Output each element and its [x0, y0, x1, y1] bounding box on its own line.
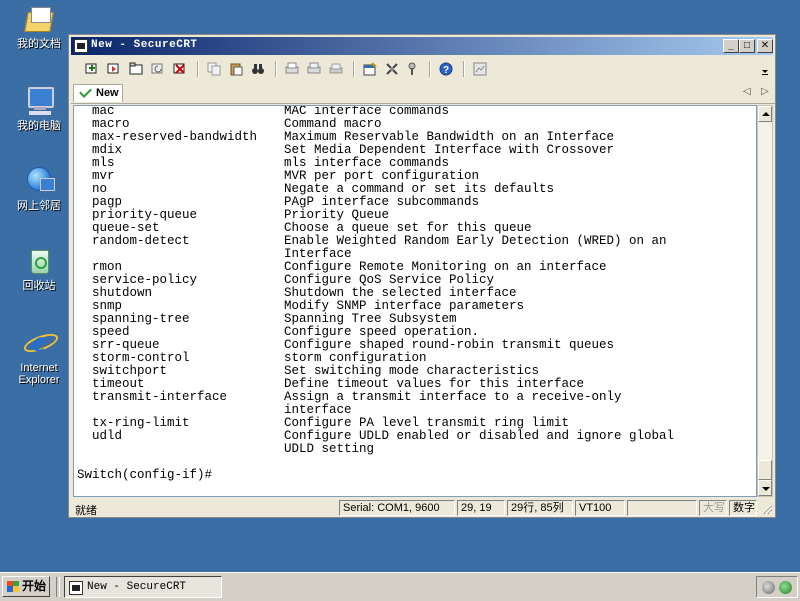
desktop-icon-label: 我的电脑 — [17, 120, 61, 132]
connected-check-icon — [79, 85, 92, 98]
disconnect-icon — [173, 63, 185, 74]
keymap-button[interactable] — [403, 60, 421, 78]
window-title: New - SecureCRT — [91, 39, 198, 51]
reconnect-icon — [151, 63, 163, 74]
command-name: udld — [92, 429, 123, 443]
desktop-icon-internet-explorer[interactable]: e Internet Explorer — [8, 326, 70, 386]
sftp-icon — [473, 62, 487, 76]
command-description: UDLD setting — [284, 442, 375, 456]
desktop-icon-label: Internet Explorer — [18, 362, 60, 386]
connect-in-tab-button[interactable] — [127, 60, 145, 78]
taskbar-securecrt-button[interactable]: New - SecureCRT — [64, 576, 222, 598]
desktop-icon-my-documents[interactable]: 我的文档 — [8, 2, 70, 50]
tab-connect-icon — [129, 62, 143, 75]
terminal-prompt[interactable]: Switch(config-if)# — [77, 469, 212, 482]
windows-logo-icon — [7, 581, 19, 592]
command-name: transmit-interface — [92, 390, 228, 404]
tab-new[interactable]: New — [73, 84, 123, 102]
status-emulation: VT100 — [575, 500, 625, 516]
desktop-icon-label: 网上邻居 — [17, 200, 61, 212]
scroll-up-button[interactable] — [758, 106, 772, 122]
network-places-icon — [23, 164, 55, 196]
tab-next-button[interactable]: ▷ — [761, 86, 769, 97]
command-name: random-detect — [92, 234, 190, 248]
toolbar-overflow-icon[interactable] — [761, 61, 769, 77]
title-bar[interactable]: New - SecureCRT _ □ ✕ — [71, 37, 773, 55]
paste-button[interactable] — [227, 60, 245, 78]
securecrt-window: New - SecureCRT _ □ ✕ ? New ◁ ▷ mac MAC … — [68, 34, 776, 518]
tab-prev-button[interactable]: ◁ — [743, 86, 751, 97]
scroll-down-button[interactable] — [758, 480, 772, 496]
scroll-thumb[interactable] — [758, 460, 772, 480]
status-caps-lock: 大写 — [699, 500, 727, 516]
tab-bar: New ◁ ▷ — [71, 83, 775, 104]
securecrt-taskbar-icon — [69, 581, 83, 595]
copy-icon — [207, 62, 221, 76]
desktop-icon-my-computer[interactable]: 我的电脑 — [8, 84, 70, 132]
resize-grip-icon[interactable] — [761, 503, 773, 518]
desktop-icon-recycle-bin[interactable]: 回收站 — [8, 244, 70, 292]
quick-connect-button[interactable] — [105, 60, 123, 78]
find-button[interactable] — [249, 60, 267, 78]
svg-text:?: ? — [443, 65, 449, 76]
toolbar: ? — [73, 57, 773, 81]
maximize-button[interactable]: □ — [739, 39, 755, 53]
status-bar: 就绪 Serial: COM1, 9600 29, 19 29行, 85列 VT… — [71, 499, 775, 517]
key-icon — [408, 62, 416, 75]
print-selection-button[interactable] — [305, 60, 323, 78]
printer-icon — [329, 63, 343, 74]
close-button[interactable]: ✕ — [757, 39, 773, 53]
my-computer-icon — [23, 84, 55, 116]
paste-icon — [230, 63, 243, 76]
status-serial: Serial: COM1, 9600 — [339, 500, 455, 516]
connect-button[interactable] — [83, 60, 101, 78]
status-terminal-size: 29行, 85列 — [507, 500, 573, 516]
securecrt-app-icon[interactable] — [74, 39, 88, 53]
vertical-scrollbar[interactable] — [757, 105, 773, 497]
binoculars-icon — [252, 64, 264, 74]
connect-icon — [85, 63, 97, 74]
session-options-button[interactable] — [361, 60, 379, 78]
desktop-icon-label: 我的文档 — [17, 38, 61, 50]
taskbar: 开始 New - SecureCRT — [0, 572, 800, 601]
print-icon — [285, 62, 299, 74]
recycle-bin-icon — [23, 244, 55, 276]
sftp-button[interactable] — [471, 60, 489, 78]
tray-volume-icon[interactable] — [762, 581, 775, 594]
print-button[interactable] — [283, 60, 301, 78]
taskbar-button-label: New - SecureCRT — [87, 581, 187, 593]
print-setup-button[interactable] — [327, 60, 345, 78]
status-empty-cell — [627, 500, 697, 516]
status-ready: 就绪 — [75, 505, 97, 517]
my-documents-icon — [23, 2, 55, 34]
session-options-icon — [363, 62, 377, 76]
start-button[interactable]: 开始 — [2, 576, 50, 597]
terminal-output[interactable]: mac MAC interface commands macro Command ma… — [73, 105, 757, 497]
tray-network-icon[interactable] — [779, 581, 792, 594]
print-selection-icon — [307, 62, 321, 74]
status-num-lock: 数字 — [729, 500, 757, 516]
help-button[interactable]: ? — [437, 60, 455, 78]
start-label: 开始 — [22, 579, 47, 593]
system-tray — [756, 576, 798, 598]
status-cursor-position: 29, 19 — [457, 500, 505, 516]
desktop-icon-label: 回收站 — [22, 280, 56, 292]
internet-explorer-icon: e — [21, 326, 61, 358]
global-options-icon — [386, 63, 398, 75]
help-icon: ? — [439, 62, 453, 76]
quick-connect-icon — [107, 63, 119, 74]
disconnect-button[interactable] — [171, 60, 189, 78]
desktop-icon-network-places[interactable]: 网上邻居 — [8, 164, 70, 212]
minimize-button[interactable]: _ — [723, 39, 739, 53]
global-options-button[interactable] — [383, 60, 401, 78]
tab-label: New — [96, 87, 119, 99]
copy-button[interactable] — [205, 60, 223, 78]
reconnect-button[interactable] — [149, 60, 167, 78]
